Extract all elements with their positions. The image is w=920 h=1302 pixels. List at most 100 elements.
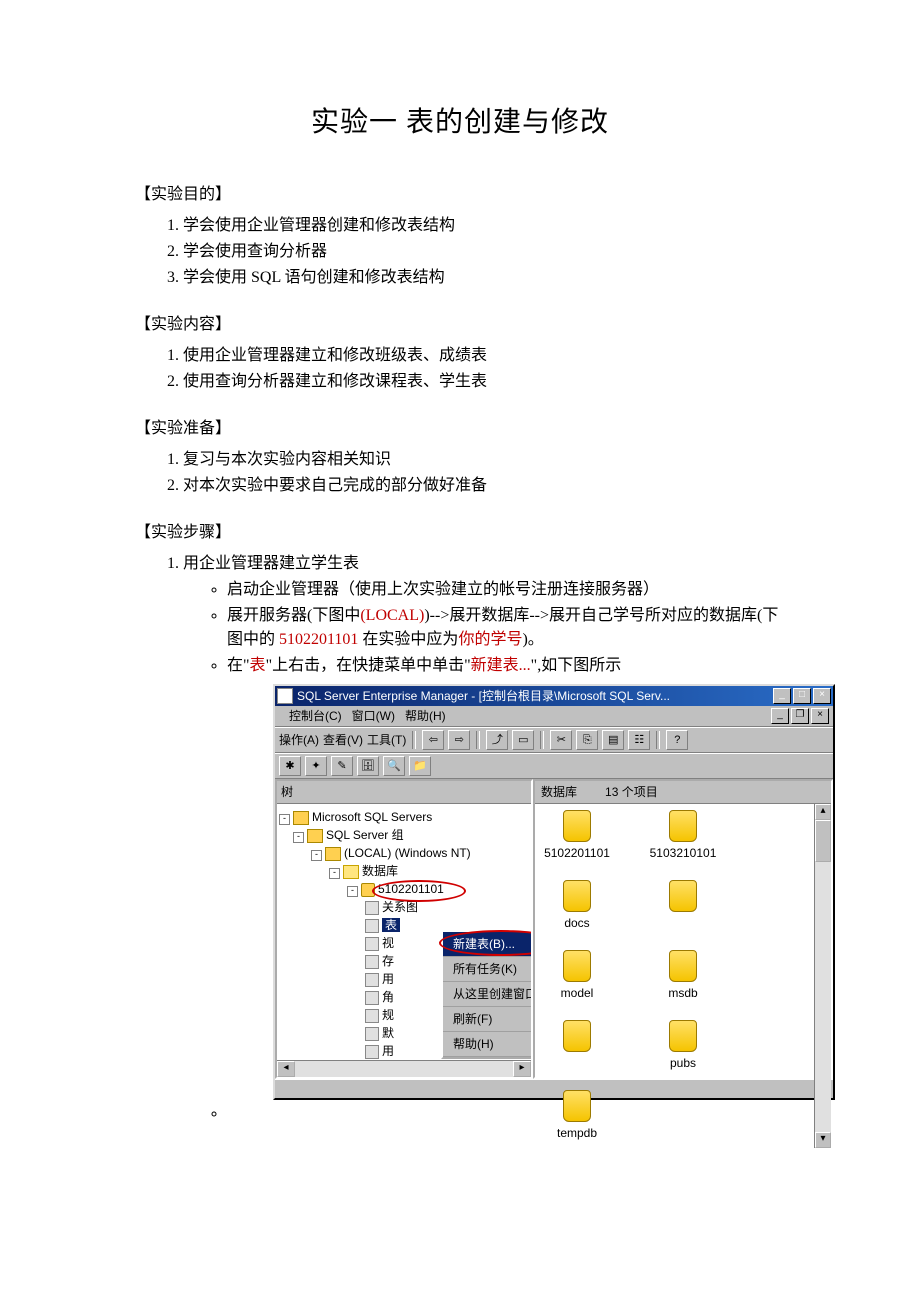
db-item[interactable] (541, 1020, 613, 1072)
copy-icon[interactable]: ⎘ (576, 730, 598, 750)
red-yourid: 你的学号 (458, 631, 522, 648)
sep (540, 731, 544, 749)
rule-icon (365, 1009, 379, 1023)
scroll-track[interactable] (815, 862, 831, 1132)
tree-table-selected[interactable]: 表 (382, 918, 400, 932)
split-body: 树 -Microsoft SQL Servers -SQL Server 组 -… (275, 779, 833, 1079)
db-label: 5103210101 (650, 846, 717, 860)
db-label: pubs (670, 1056, 696, 1070)
cut-icon[interactable]: ✂ (550, 730, 572, 750)
expand-icon[interactable]: - (279, 814, 290, 825)
toolbar-secondary: ✱ ✦ ✎ 🗄 🔍 📁 (275, 753, 833, 779)
minimize-button[interactable]: _ (773, 688, 791, 704)
newdb-icon[interactable]: ✎ (331, 756, 353, 776)
menu-console[interactable]: 控制台(C) (289, 707, 342, 725)
list-vscroll[interactable]: ▴ ▾ (814, 804, 831, 1148)
tree-dbfolder[interactable]: 数据库 (362, 864, 398, 878)
purpose-item: 学会使用 SQL 语句创建和修改表结构 (183, 266, 785, 290)
mdi-restore-button[interactable]: ❐ (791, 708, 809, 724)
scroll-track[interactable] (295, 1061, 513, 1077)
tree-hscroll[interactable]: ◂ ▸ (277, 1060, 531, 1077)
menu-refresh[interactable]: 刷新(F) (443, 1007, 531, 1032)
database-icon (563, 1090, 591, 1122)
forward-icon[interactable]: ⇨ (448, 730, 470, 750)
menu-newtable[interactable]: 新建表(B)... (443, 932, 531, 957)
up-icon[interactable]: ⤴ (486, 730, 508, 750)
steps-heading: 【实验步骤】 (135, 518, 785, 542)
wizard-icon[interactable]: ✱ (279, 756, 301, 776)
back-icon[interactable]: ⇦ (422, 730, 444, 750)
tree-proc[interactable]: 存 (382, 954, 394, 968)
expand-icon[interactable]: - (311, 850, 322, 861)
tree-dbname[interactable]: 5102201101 (378, 882, 444, 896)
properties-icon[interactable]: ☷ (628, 730, 650, 750)
expand-icon[interactable]: - (329, 868, 340, 879)
menu-createwin[interactable]: 从这里创建窗口(W) (443, 982, 531, 1007)
close-button[interactable]: × (813, 688, 831, 704)
menu-action[interactable]: 操作(A) (279, 731, 319, 749)
content-heading: 【实验内容】 (135, 310, 785, 334)
paste-icon[interactable]: ▤ (602, 730, 624, 750)
embedded-screenshot: SQL Server Enterprise Manager - [控制台根目录\… (273, 684, 785, 1100)
user-icon (365, 973, 379, 987)
scroll-up-icon[interactable]: ▴ (815, 804, 831, 820)
db-item[interactable]: 5102201101 (541, 810, 613, 862)
help-icon[interactable]: ? (666, 730, 688, 750)
query-icon[interactable]: 🔍 (383, 756, 405, 776)
folder-icon[interactable]: 📁 (409, 756, 431, 776)
database-icon (563, 880, 591, 912)
tree-udt[interactable]: 用 (382, 1044, 394, 1058)
menu-tools[interactable]: 工具(T) (367, 731, 406, 749)
tree-rule[interactable]: 规 (382, 1008, 394, 1022)
tree-role[interactable]: 角 (382, 990, 394, 1004)
expand-icon[interactable]: - (293, 832, 304, 843)
db-item[interactable] (647, 880, 719, 932)
register-icon[interactable]: ✦ (305, 756, 327, 776)
db-item[interactable]: docs (541, 880, 613, 932)
tree-default[interactable]: 默 (382, 1026, 394, 1040)
scroll-left-icon[interactable]: ◂ (277, 1061, 295, 1077)
show-hide-icon[interactable]: ▭ (512, 730, 534, 750)
menu-alltasks[interactable]: 所有任务(K)▸ (443, 957, 531, 982)
scroll-down-icon[interactable]: ▾ (815, 1132, 831, 1148)
tree-local[interactable]: (LOCAL) (Windows NT) (344, 846, 471, 860)
scroll-right-icon[interactable]: ▸ (513, 1061, 531, 1077)
tree-diagram[interactable]: 关系图 (382, 900, 418, 914)
lbl: 所有任务(K) (453, 962, 517, 976)
tree-body: -Microsoft SQL Servers -SQL Server 组 -(L… (277, 804, 531, 1060)
context-menu: 新建表(B)... 所有任务(K)▸ 从这里创建窗口(W) 刷新(F) 帮助(H… (441, 930, 531, 1059)
proc-icon (365, 955, 379, 969)
db-item[interactable]: msdb (647, 950, 719, 1002)
menu-view[interactable]: 查看(V) (323, 731, 363, 749)
tree-group[interactable]: SQL Server 组 (326, 828, 404, 842)
substeps: 启动企业管理器（使用上次实验建立的帐号注册连接服务器） 展开服务器(下图中(LO… (183, 578, 785, 678)
tree-user[interactable]: 用 (382, 972, 394, 986)
db-icon[interactable]: 🗄 (357, 756, 379, 776)
purpose-heading: 【实验目的】 (135, 180, 785, 204)
t: ",如下图所示 (531, 657, 622, 674)
menu-help[interactable]: 帮助(H) (443, 1032, 531, 1057)
scroll-thumb[interactable] (815, 820, 831, 862)
database-icon (563, 1020, 591, 1052)
menu-help[interactable]: 帮助(H) (405, 707, 446, 725)
database-icon (669, 880, 697, 912)
db-item[interactable]: 5103210101 (647, 810, 719, 862)
db-item[interactable]: pubs (647, 1020, 719, 1072)
role-icon (365, 991, 379, 1005)
tree-root[interactable]: Microsoft SQL Servers (312, 810, 432, 824)
menu-window[interactable]: 窗口(W) (352, 707, 395, 725)
tree-view[interactable]: 视 (382, 936, 394, 950)
content-list: 使用企业管理器建立和修改班级表、成绩表 使用查询分析器建立和修改课程表、学生表 (135, 344, 785, 394)
tree-header: 树 (277, 781, 531, 804)
mdi-minimize-button[interactable]: _ (771, 708, 789, 724)
t: 展开服务器(下图中 (227, 607, 360, 624)
db-item[interactable]: model (541, 950, 613, 1002)
toolbar-main: 操作(A) 查看(V) 工具(T) ⇦ ⇨ ⤴ ▭ ✂ ⎘ ▤ ☷ ? (275, 727, 833, 753)
maximize-button[interactable]: □ (793, 688, 811, 704)
mdi-close-button[interactable]: × (811, 708, 829, 724)
list-body: 5102201101 5103210101 docs model msdb pu… (535, 804, 814, 1148)
servers-icon (293, 811, 309, 825)
db-item[interactable]: tempdb (541, 1090, 613, 1142)
expand-icon[interactable]: - (347, 886, 358, 897)
database-icon (563, 950, 591, 982)
